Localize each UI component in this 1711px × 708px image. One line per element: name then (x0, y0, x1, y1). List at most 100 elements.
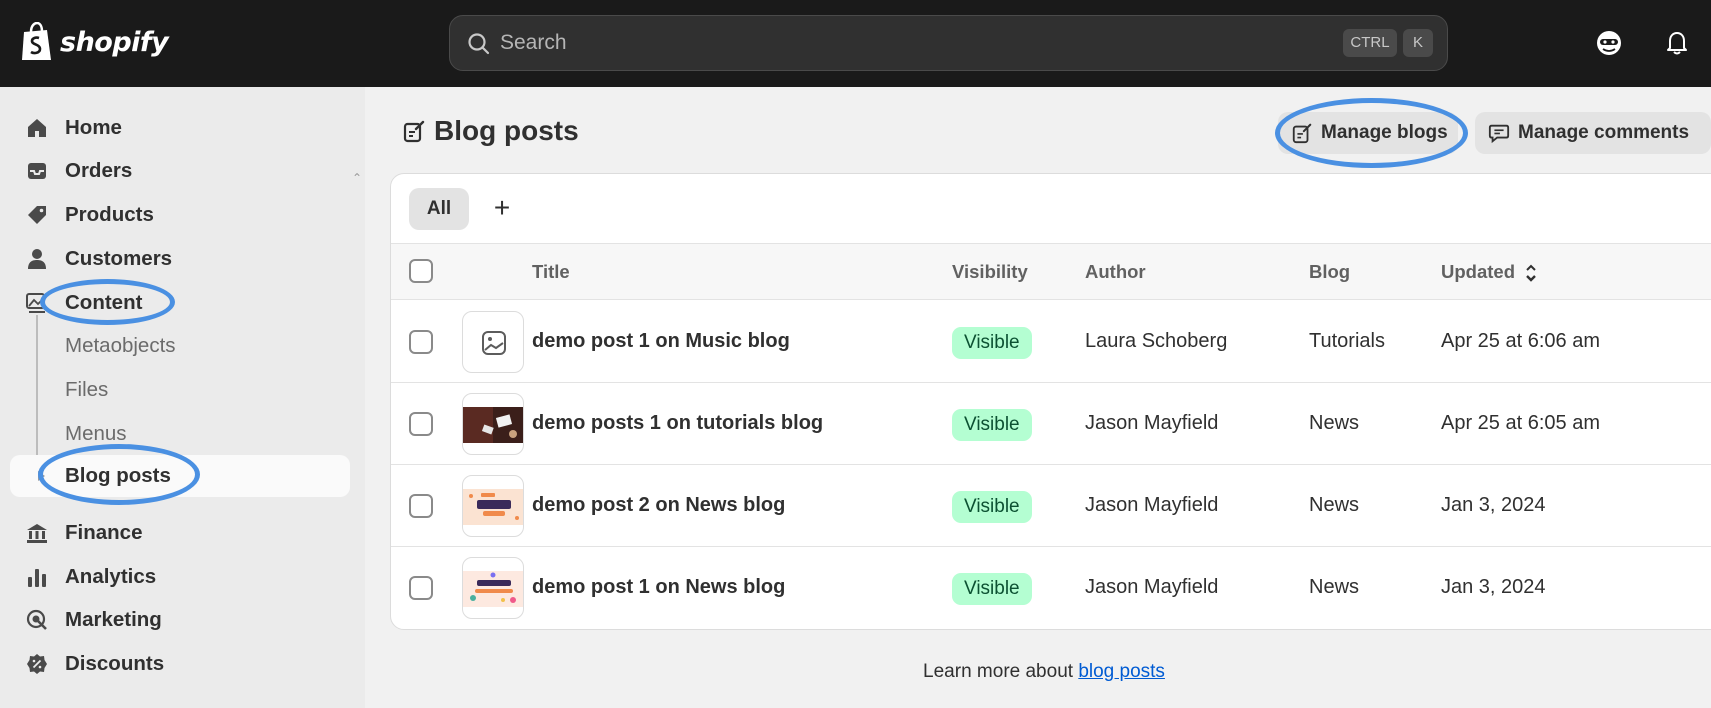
post-author: Laura Schoberg (1085, 330, 1228, 352)
sidebar-subitem-label: Files (65, 378, 109, 401)
table-row[interactable]: demo post 1 on News blog Visible Jason M… (391, 547, 1711, 629)
select-all-checkbox[interactable] (409, 259, 433, 283)
post-title[interactable]: demo post 2 on News blog (532, 494, 785, 517)
shopify-logo[interactable]: shopify (20, 22, 169, 62)
thumbnail-image (463, 571, 523, 607)
post-author: Jason Mayfield (1085, 576, 1219, 598)
sidebar-subitem-label: Menus (65, 422, 127, 445)
manage-comments-label: Manage comments (1518, 122, 1690, 143)
tree-arrow-icon (38, 471, 45, 481)
page-title: Blog posts (434, 115, 579, 146)
table-row[interactable]: demo post 1 on Music blog Visible Laura … (391, 301, 1711, 383)
content-icon (26, 293, 45, 313)
sidebar-item-label: Products (65, 203, 154, 226)
status-badge: Visible (952, 327, 1032, 359)
column-updated[interactable]: Updated (1441, 261, 1538, 283)
edit-document-icon (403, 120, 425, 143)
post-blog: News (1309, 576, 1360, 598)
sidebar-item-label: Orders (65, 159, 133, 182)
sidebar-item-products[interactable]: Products (10, 194, 350, 236)
manage-comments-button[interactable]: Manage comments (1475, 112, 1711, 154)
sidebar-item-finance[interactable]: Finance (10, 512, 350, 554)
sidebar-item-discounts[interactable]: Discounts (10, 643, 350, 685)
sidebar-item-label: Marketing (65, 608, 162, 631)
bar-chart-icon (28, 569, 46, 587)
table-row[interactable]: demo post 2 on News blog Visible Jason M… (391, 465, 1711, 547)
column-visibility[interactable]: Visibility (952, 261, 1028, 283)
post-title[interactable]: demo post 1 on News blog (532, 576, 785, 599)
tab-all[interactable]: All (409, 188, 469, 230)
status-badge: Visible (952, 409, 1032, 441)
sidebar-item-analytics[interactable]: Analytics (10, 556, 350, 598)
post-thumbnail (462, 311, 524, 373)
bell-icon[interactable] (1662, 28, 1692, 58)
tag-icon (28, 206, 46, 224)
discount-icon (27, 654, 47, 674)
scroll-up-icon[interactable]: ⌃ (352, 171, 362, 185)
post-author: Jason Mayfield (1085, 494, 1219, 516)
page-header: Blog posts (402, 115, 579, 147)
column-blog[interactable]: Blog (1309, 261, 1350, 283)
filter-tabs: All + (391, 174, 1711, 244)
search-icon (468, 33, 490, 55)
post-title[interactable]: demo post 1 on Music blog (532, 330, 790, 353)
sidebar-item-label: Content (65, 291, 143, 314)
post-title[interactable]: demo posts 1 on tutorials blog (532, 412, 823, 435)
sort-icon[interactable] (1524, 263, 1538, 283)
post-thumbnail (462, 557, 524, 619)
manage-blogs-button[interactable]: Manage blogs (1278, 112, 1458, 154)
sidebar-subitem-metaobjects[interactable]: Metaobjects (10, 325, 350, 367)
table-row[interactable]: demo posts 1 on tutorials blog Visible J… (391, 383, 1711, 465)
sidebar-item-orders[interactable]: Orders (10, 150, 350, 192)
sidebar-item-content[interactable]: Content (10, 282, 350, 324)
main-content: Blog posts Manage blogs Manage comments … (365, 87, 1711, 708)
top-bar: shopify CTRL K (0, 0, 1711, 87)
sidebar-item-home[interactable]: Home (10, 107, 350, 149)
post-thumbnail (462, 393, 524, 455)
post-author: Jason Mayfield (1085, 412, 1219, 434)
add-view-button[interactable]: + (489, 188, 515, 230)
thumbnail-image (463, 407, 523, 443)
person-icon (28, 249, 46, 269)
sidebar-subitem-label: Blog posts (65, 464, 171, 487)
post-updated: Apr 25 at 6:06 am (1441, 330, 1600, 352)
sidebar-subitem-menus[interactable]: Menus (10, 413, 350, 455)
status-badge: Visible (952, 491, 1032, 523)
row-checkbox[interactable] (409, 330, 433, 354)
column-title[interactable]: Title (532, 261, 570, 283)
sidebar-item-customers[interactable]: Customers (10, 238, 350, 280)
sidebar-subitem-blog-posts[interactable]: Blog posts (10, 455, 350, 497)
inbox-icon (28, 163, 46, 179)
sidebar-item-marketing[interactable]: Marketing (10, 599, 350, 641)
shortcut-ctrl-key: CTRL (1343, 29, 1397, 57)
post-thumbnail (462, 475, 524, 537)
post-updated: Jan 3, 2024 (1441, 494, 1546, 516)
column-author[interactable]: Author (1085, 261, 1146, 283)
table-header: Title Visibility Author Blog Updated (391, 244, 1711, 300)
row-checkbox[interactable] (409, 412, 433, 436)
row-checkbox[interactable] (409, 576, 433, 600)
sidebar-item-label: Analytics (65, 565, 157, 588)
edit-document-icon (1292, 123, 1312, 144)
blog-posts-help-link[interactable]: blog posts (1078, 661, 1165, 682)
status-badge: Visible (952, 573, 1032, 605)
post-blog: News (1309, 412, 1360, 434)
shopping-bag-icon (22, 22, 51, 60)
home-icon (28, 119, 46, 137)
bank-icon (27, 524, 47, 543)
store-avatar-icon[interactable] (1594, 28, 1624, 58)
sidebar-item-label: Customers (65, 247, 173, 270)
sidebar-subitem-files[interactable]: Files (10, 369, 350, 411)
sidebar-item-label: Home (65, 116, 122, 139)
learn-more-footer: Learn more about blog posts (365, 661, 1711, 683)
blog-posts-card: All + Title Visibility Author Blog Updat… (390, 173, 1711, 630)
sidebar-item-label: Finance (65, 521, 143, 544)
post-blog: News (1309, 494, 1360, 516)
search-bar[interactable]: CTRL K (449, 15, 1448, 71)
sidebar: ⌃ Home Orders Products Customers Content… (0, 87, 365, 708)
column-updated-label: Updated (1441, 261, 1515, 282)
search-input[interactable] (500, 26, 1280, 60)
comment-icon (1488, 124, 1510, 144)
row-checkbox[interactable] (409, 494, 433, 518)
image-placeholder-icon (482, 331, 506, 355)
